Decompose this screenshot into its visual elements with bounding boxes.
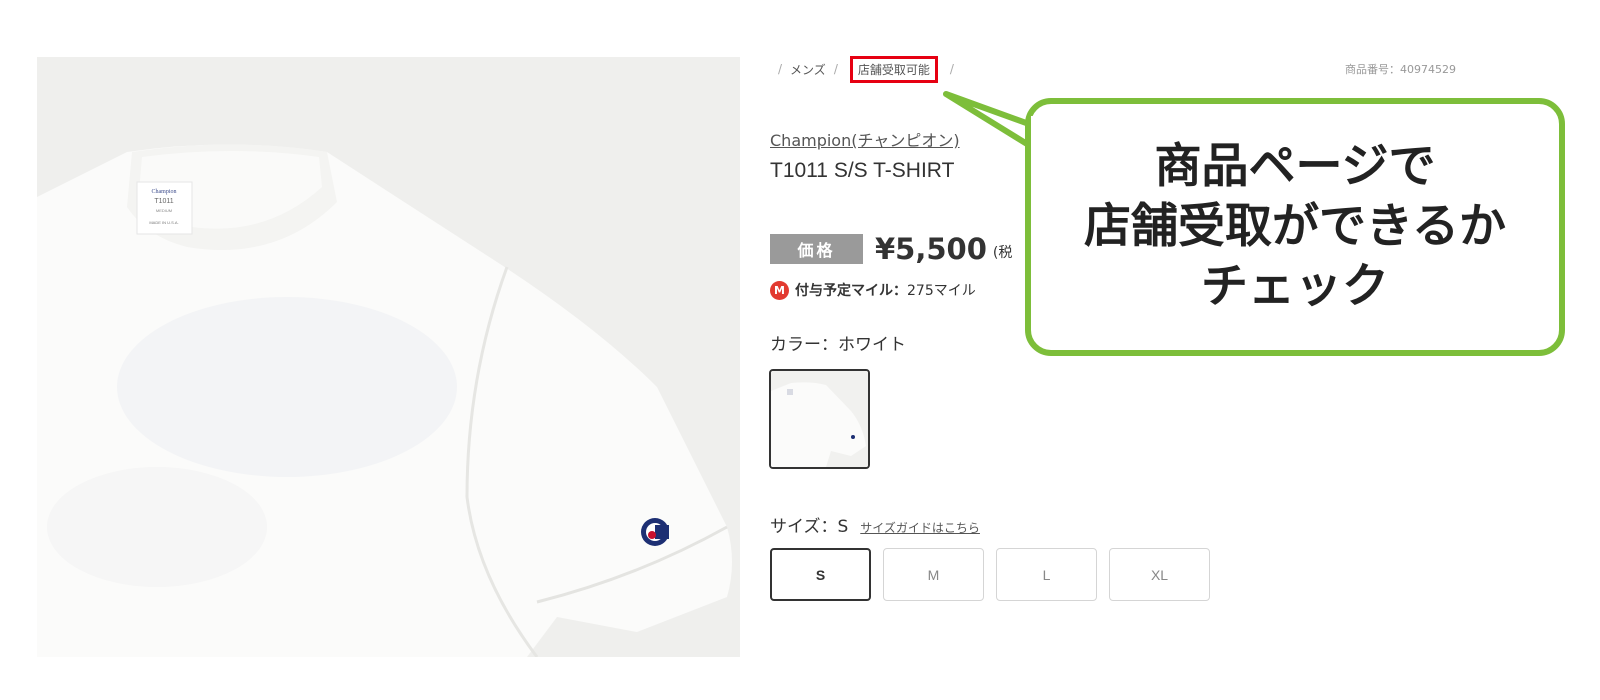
product-code: 商品番号：40974529 (1345, 63, 1456, 76)
price-value: ¥5,500 (875, 232, 987, 266)
callout-line-2: 店舗受取ができるか (1083, 199, 1507, 254)
mile-row: M 付与予定マイル： 275マイル (770, 280, 976, 300)
mile-value: 275マイル (907, 283, 976, 299)
breadcrumb-item-mens[interactable]: メンズ (790, 61, 826, 78)
tag-brand-text: Champion (152, 189, 177, 195)
breadcrumb: / メンズ / 店舗受取可能 / (770, 55, 962, 83)
breadcrumb-separator: / (949, 62, 954, 76)
color-swatch-white[interactable] (769, 369, 870, 469)
tag-size-text: MEDIUM (156, 208, 172, 213)
color-label: カラー：ホワイト (770, 335, 906, 355)
product-image[interactable]: Champion T1011 MEDIUM MADE IN U.S.A. (37, 57, 740, 657)
price-row: 価格 ¥5,500 (税 (770, 232, 1012, 266)
callout-line-3: チェック (1201, 259, 1389, 314)
size-option-xl[interactable]: XL (1109, 548, 1210, 601)
swatch-thumbnail (771, 371, 868, 467)
tag-model-text: T1011 (154, 198, 173, 205)
brand-link[interactable]: Champion(チャンピオン) (770, 127, 960, 151)
product-title: T1011 S/S T-SHIRT (770, 159, 955, 182)
tag-origin-text: MADE IN U.S.A. (149, 220, 178, 225)
mile-label: 付与予定マイル： (795, 283, 907, 299)
size-option-m[interactable]: M (883, 548, 984, 601)
breadcrumb-item-store-pickup[interactable]: 店舗受取可能 (849, 55, 938, 83)
price-label: 価格 (770, 234, 863, 264)
size-option-l[interactable]: L (996, 548, 1097, 601)
mile-badge-icon: M (770, 280, 789, 300)
price-tax-note: (税 (992, 245, 1013, 261)
champion-logo-icon (641, 518, 669, 546)
breadcrumb-separator: / (778, 62, 783, 76)
size-label: サイズ：S (770, 517, 849, 537)
callout-joint (1031, 116, 1043, 140)
callout-line-1: 商品ページで (1154, 139, 1436, 194)
size-guide-link[interactable]: サイズガイドはこちら (860, 519, 980, 536)
breadcrumb-separator: / (833, 62, 838, 76)
size-row: サイズ：S サイズガイドはこちら (770, 512, 980, 537)
size-option-s[interactable]: S (770, 548, 871, 601)
tshirt-photo: Champion T1011 MEDIUM MADE IN U.S.A. (37, 57, 740, 657)
annotation-callout: 商品ページで 店舗受取ができるか チェック (1025, 98, 1565, 356)
